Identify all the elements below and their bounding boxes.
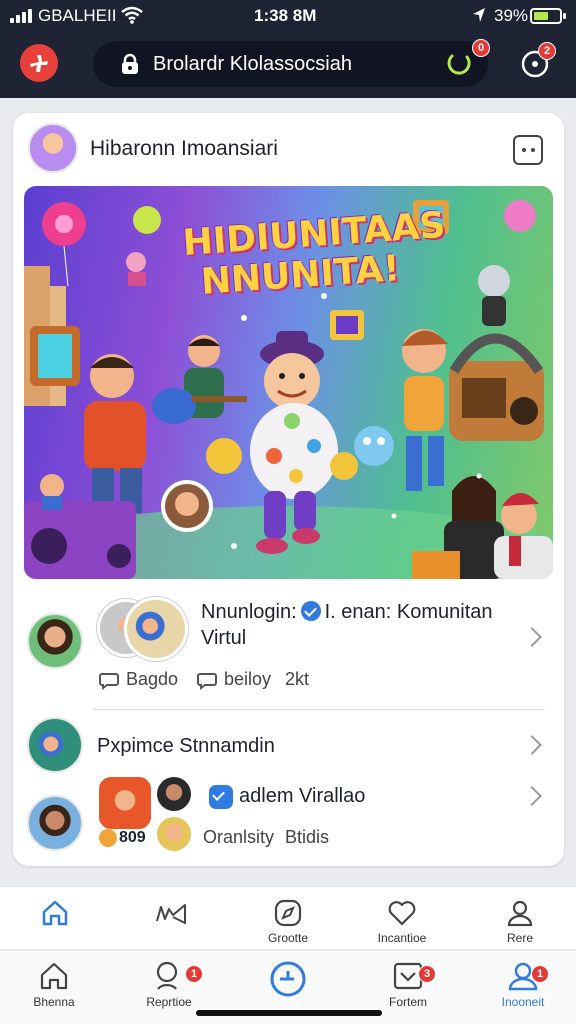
location-arrow-icon — [473, 8, 485, 22]
page-category: Oranlsity — [203, 827, 275, 847]
battery-icon — [530, 8, 566, 24]
member-name[interactable]: Pxpimce Stnnamdin — [97, 733, 275, 759]
home-indicator[interactable] — [196, 1010, 382, 1016]
friend-avatar[interactable] — [157, 777, 191, 811]
more-options-button[interactable] — [513, 135, 543, 165]
page-thumbnail[interactable] — [99, 777, 151, 829]
tab-create[interactable] — [238, 959, 338, 1001]
group-photo-avatar[interactable] — [124, 597, 188, 661]
chevron-right-icon[interactable] — [522, 627, 542, 647]
page-name[interactable]: adlem Virallao — [239, 783, 365, 809]
home-icon — [40, 962, 68, 990]
friend-avatar[interactable] — [157, 817, 191, 851]
profile-avatar[interactable] — [27, 795, 83, 851]
compass-icon — [274, 899, 302, 927]
status-bar: GBALHEII 1:38 8M 39% — [0, 0, 576, 32]
verified-badge-icon — [300, 601, 321, 621]
tab-inbox-badge: 3 — [418, 965, 436, 983]
nav-explore[interactable]: Grootte — [238, 897, 338, 945]
nav-favorites[interactable]: Incantioe — [352, 897, 452, 945]
person-icon — [507, 900, 533, 927]
post-author-avatar[interactable] — [28, 123, 78, 173]
mutuals-indicator: 809 — [99, 829, 146, 847]
tab-search-people-badge: 1 — [185, 965, 203, 983]
reaction-icon — [99, 829, 117, 847]
reply-action-label: Bagdo — [126, 669, 179, 689]
community-title-line1: Nnunlogin: — [201, 601, 297, 623]
post-hero-image[interactable]: HIDIUNITAAS NNUNITA! — [24, 186, 553, 579]
status-time: 1:38 8M — [254, 6, 317, 25]
secondary-nav: Grootte Incantioe Rere — [0, 886, 576, 949]
share-action-label: beiloy — [224, 669, 272, 689]
home-outline-icon — [42, 900, 68, 926]
wifi-icon — [121, 6, 143, 24]
tab-home[interactable]: Bhenna — [4, 959, 104, 1009]
nav-profile-label: Rere — [506, 931, 533, 945]
nav-explore-label: Grootte — [267, 931, 309, 945]
search-bar[interactable]: Brolardr Klolassocsiah 0 — [93, 39, 490, 87]
nav-favorites-label: Incantioe — [377, 931, 427, 945]
top-bar: GBALHEII 1:38 8M 39% Brolardr Klolassocs… — [0, 0, 576, 98]
ring-badge: 0 — [472, 39, 490, 57]
checkmark-badge-icon — [209, 785, 233, 809]
post-title[interactable]: Hibaronn Imoansiari — [90, 137, 278, 161]
page-stats: Btidis — [285, 827, 330, 847]
tab-search-people[interactable]: Reprtioe 1 — [119, 959, 219, 1009]
nav-announcements[interactable] — [121, 897, 221, 931]
carrier-name: GBALHEII — [38, 6, 117, 25]
search-text: Brolardr Klolassocsiah — [153, 52, 352, 75]
page-name-text: adlem Virallao — [239, 785, 366, 807]
tab-search-people-label: Reprtioe — [146, 995, 192, 1009]
feed-card: Hibaronn Imoansiari HIDIUNITAAS NNUNITA!… — [13, 113, 564, 866]
tab-inbox-label: Fortem — [388, 995, 427, 1009]
message-icon — [197, 672, 217, 690]
megaphone-icon — [156, 904, 186, 924]
nav-profile[interactable]: Rere — [470, 897, 570, 945]
tab-home-label: Bhenna — [33, 995, 75, 1009]
community-title-line1-rest: I. enan: Komunitan — [324, 601, 493, 623]
tab-inbox[interactable]: Fortem 3 — [358, 959, 458, 1009]
heart-icon — [388, 901, 416, 926]
share-action[interactable]: beiloy — [197, 669, 271, 690]
battery-percent: 39% — [494, 6, 529, 25]
reply-action[interactable]: Bagdo — [99, 669, 178, 690]
lock-icon — [122, 53, 138, 74]
hero-headline: HIDIUNITAAS NNUNITA! — [181, 205, 446, 304]
community-avatar[interactable] — [27, 613, 83, 669]
notifications-button[interactable]: 2 — [518, 42, 556, 80]
community-title-line2: Virtul — [201, 627, 247, 649]
nav-home[interactable] — [5, 897, 105, 931]
activity-ring-icon[interactable] — [446, 51, 472, 77]
mutuals-count: 809 — [119, 829, 146, 846]
signal-icon — [10, 9, 34, 23]
add-circle-icon — [270, 961, 306, 997]
search-user-icon — [156, 961, 178, 990]
app-logo-icon[interactable] — [20, 44, 58, 82]
notifications-badge: 2 — [538, 42, 556, 60]
community-title[interactable]: Nnunlogin: I. enan: Komunitan Virtul — [201, 599, 493, 651]
tab-account-label: Inooneit — [501, 995, 545, 1009]
row-divider — [93, 709, 545, 710]
reaction-count: 2kt — [285, 669, 310, 689]
member-avatar[interactable] — [27, 717, 83, 773]
chevron-right-icon[interactable] — [522, 735, 542, 755]
comment-icon — [99, 672, 119, 690]
tab-account[interactable]: Inooneit 1 — [473, 959, 573, 1009]
tab-account-badge: 1 — [531, 965, 549, 983]
chevron-right-icon[interactable] — [522, 786, 542, 806]
